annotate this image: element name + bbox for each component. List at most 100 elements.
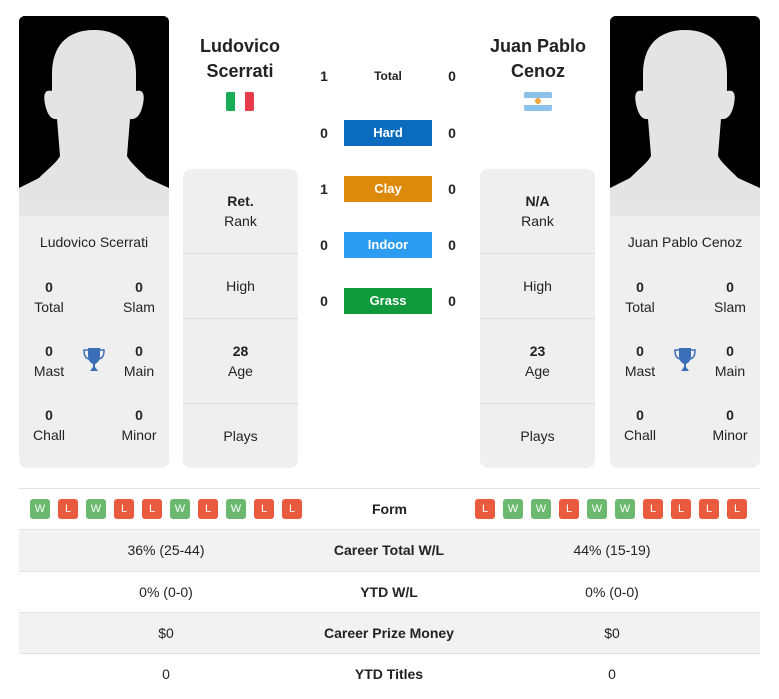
stats-left-value: $0 <box>158 625 174 641</box>
titles-slam: 0 Slam <box>109 277 169 317</box>
rank-cell: Ret. Rank <box>183 169 298 253</box>
form-badge-win[interactable]: W <box>170 499 190 519</box>
player-right-header-line1: Juan Pablo <box>489 36 587 56</box>
titles-minor-label: Minor <box>121 427 157 443</box>
form-badge-win[interactable]: W <box>503 499 523 519</box>
player-right-info: N/A Rank High 23 Age Plays <box>480 169 595 468</box>
player-right-form: LWWLWWLLLL <box>475 499 747 519</box>
form-badge-loss[interactable]: L <box>727 499 747 519</box>
stats-label: YTD Titles <box>354 666 424 682</box>
titles-chall: 0 Chall <box>19 405 79 445</box>
stats-left-value: 0 <box>162 666 170 682</box>
titles-total-value: 0 <box>636 279 644 295</box>
h2h-right-count: 0 <box>448 125 456 141</box>
rank-cell: N/A Rank <box>480 169 595 253</box>
form-badge-loss[interactable]: L <box>254 499 274 519</box>
form-badge-loss[interactable]: L <box>643 499 663 519</box>
player-right-header[interactable]: Juan Pablo Cenoz <box>463 34 613 84</box>
player-silhouette-icon <box>610 16 760 216</box>
player-right-titles-card: Juan Pablo Cenoz 0 Total 0 Slam 0 Mast 0 Mai… <box>610 216 760 468</box>
titles-total: 0 Total <box>610 277 670 317</box>
player-right-photo <box>610 16 760 216</box>
player-left-header[interactable]: Ludovico Scerrati <box>165 34 315 84</box>
h2h-surface-grass[interactable]: Grass <box>344 288 432 314</box>
h2h-left-count: 1 <box>320 181 328 197</box>
stats-left-value: 0% (0-0) <box>139 584 193 600</box>
stats-label: Career Total W/L <box>333 542 445 558</box>
stats-row-career-total-wl: 36% (25-44) Career Total W/L 44% (15-19) <box>19 530 760 571</box>
form-badge-win[interactable]: W <box>615 499 635 519</box>
h2h-surface-clay[interactable]: Clay <box>344 176 432 202</box>
titles-total-value: 0 <box>45 279 53 295</box>
stats-right-value: 44% (15-19) <box>573 542 651 558</box>
form-badge-loss[interactable]: L <box>559 499 579 519</box>
form-badge-loss[interactable]: L <box>671 499 691 519</box>
titles-mast: 0 Mast <box>19 341 79 381</box>
h2h-left-count: 0 <box>320 125 328 141</box>
titles-main-value: 0 <box>726 343 734 359</box>
age-cell: 28 Age <box>183 318 298 403</box>
high-cell: High <box>183 253 298 318</box>
player-right-name[interactable]: Juan Pablo Cenoz <box>610 234 760 250</box>
titles-mast-label: Mast <box>33 363 65 379</box>
plays-cell: Plays <box>480 403 595 468</box>
h2h-surface-hard[interactable]: Hard <box>344 120 432 146</box>
rank-value: Ret. <box>227 193 254 209</box>
trophy-icon <box>83 348 105 371</box>
titles-main: 0 Main <box>109 341 169 381</box>
form-row: WLWLLWLWLL Form LWWLWWLLLL <box>19 489 760 529</box>
form-badge-win[interactable]: W <box>86 499 106 519</box>
titles-minor-label: Minor <box>712 427 748 443</box>
h2h-row-clay: 1 Clay 0 <box>310 176 470 202</box>
titles-minor: 0 Minor <box>700 405 760 445</box>
titles-chall-label: Chall <box>33 427 65 443</box>
titles-mast-value: 0 <box>45 343 53 359</box>
player-silhouette-icon <box>19 16 169 216</box>
titles-slam-label: Slam <box>714 299 746 315</box>
italy-flag-icon <box>226 92 254 111</box>
player-left-name[interactable]: Ludovico Scerrati <box>19 234 169 250</box>
titles-minor-value: 0 <box>726 407 734 423</box>
player-left-titles-card: Ludovico Scerrati 0 Total 0 Slam 0 Mast 0 Ma… <box>19 216 169 468</box>
player-left-header-line1: Ludovico <box>200 36 280 56</box>
plays-label: Plays <box>520 428 555 444</box>
argentina-flag-icon <box>524 92 552 111</box>
titles-main-label: Main <box>123 363 155 379</box>
form-badge-loss[interactable]: L <box>142 499 162 519</box>
age-value: 28 <box>232 343 249 359</box>
titles-chall-label: Chall <box>624 427 656 443</box>
titles-main: 0 Main <box>700 341 760 381</box>
form-badge-win[interactable]: W <box>226 499 246 519</box>
titles-chall-value: 0 <box>45 407 53 423</box>
form-badge-loss[interactable]: L <box>282 499 302 519</box>
plays-cell: Plays <box>183 403 298 468</box>
player-right-header-line2: Cenoz <box>511 61 565 81</box>
h2h-left-count: 0 <box>320 237 328 253</box>
player-left-photo <box>19 16 169 216</box>
h2h-row-indoor: 0 Indoor 0 <box>310 232 470 258</box>
form-badge-loss[interactable]: L <box>475 499 495 519</box>
form-badge-loss[interactable]: L <box>58 499 78 519</box>
stats-row-ytd-titles: 0 YTD Titles 0 <box>19 653 760 694</box>
stats-right-value: 0 <box>608 666 616 682</box>
form-badge-loss[interactable]: L <box>114 499 134 519</box>
titles-chall: 0 Chall <box>610 405 670 445</box>
titles-slam-label: Slam <box>123 299 155 315</box>
age-value: 23 <box>529 343 546 359</box>
h2h-right-count: 0 <box>448 293 456 309</box>
age-label: Age <box>228 363 253 379</box>
stats-label: Career Prize Money <box>324 625 454 641</box>
rank-value: N/A <box>525 193 550 209</box>
titles-main-label: Main <box>714 363 746 379</box>
titles-mast-label: Mast <box>624 363 656 379</box>
stats-left-value: 36% (25-44) <box>127 542 205 558</box>
titles-total-label: Total <box>34 299 64 315</box>
form-badge-loss[interactable]: L <box>198 499 218 519</box>
form-badge-loss[interactable]: L <box>699 499 719 519</box>
h2h-surface-indoor[interactable]: Indoor <box>344 232 432 258</box>
form-badge-win[interactable]: W <box>30 499 50 519</box>
form-badge-win[interactable]: W <box>587 499 607 519</box>
rank-label: Rank <box>224 213 257 229</box>
form-badge-win[interactable]: W <box>531 499 551 519</box>
titles-minor: 0 Minor <box>109 405 169 445</box>
